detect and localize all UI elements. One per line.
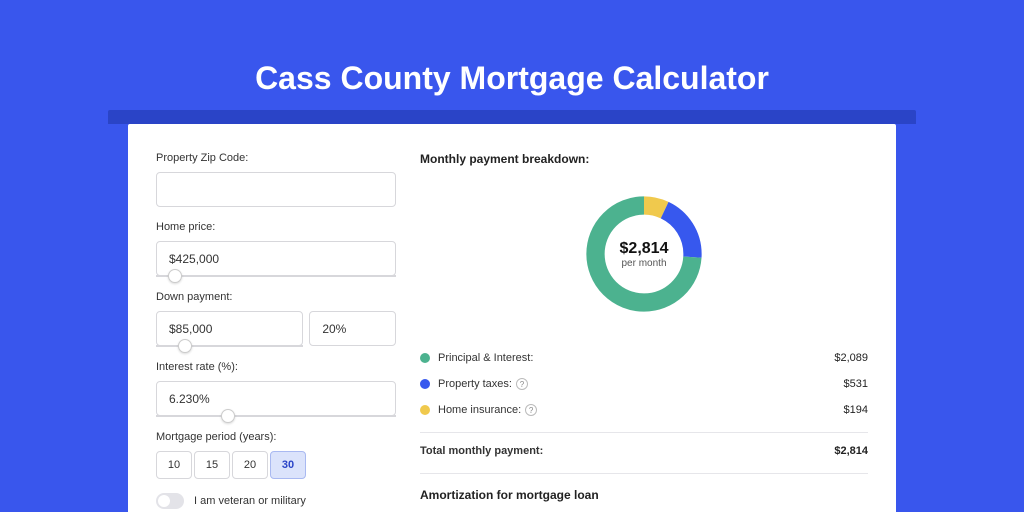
down-payment-label: Down payment:: [156, 291, 396, 303]
info-icon[interactable]: ?: [516, 378, 528, 390]
breakdown-panel: Monthly payment breakdown: $2,814 per mo…: [420, 152, 868, 512]
period-group: Mortgage period (years): 10152030: [156, 431, 396, 479]
breakdown-value: $2,089: [834, 352, 868, 364]
down-payment-pct-input[interactable]: [309, 311, 396, 346]
amortization-section: Amortization for mortgage loan Amortizat…: [420, 473, 868, 512]
breakdown-rows: Principal & Interest: $2,089 Property taxe…: [420, 352, 868, 416]
breakdown-value: $194: [844, 404, 868, 416]
home-price-label: Home price:: [156, 221, 396, 233]
rate-label: Interest rate (%):: [156, 361, 396, 373]
legend-dot: [420, 353, 430, 363]
zip-input[interactable]: [156, 172, 396, 207]
rate-group: Interest rate (%):: [156, 361, 396, 417]
donut-sub: per month: [621, 258, 666, 269]
veteran-toggle[interactable]: [156, 493, 184, 509]
breakdown-label: Principal & Interest:: [438, 352, 826, 364]
breakdown-row: Home insurance:? $194: [420, 404, 868, 416]
breakdown-value: $531: [844, 378, 868, 390]
breakdown-label: Home insurance:?: [438, 404, 836, 416]
down-payment-input[interactable]: [156, 311, 303, 346]
legend-dot: [420, 405, 430, 415]
veteran-row: I am veteran or military: [156, 493, 396, 509]
home-price-slider[interactable]: [156, 275, 396, 277]
period-options: 10152030: [156, 451, 396, 479]
payment-donut-chart: $2,814 per month: [580, 190, 708, 318]
donut-center: $2,814 per month: [580, 190, 708, 318]
calculator-card: Property Zip Code: Home price: Down paym…: [128, 124, 896, 512]
breakdown-row: Principal & Interest: $2,089: [420, 352, 868, 364]
home-price-input[interactable]: [156, 241, 396, 276]
info-icon[interactable]: ?: [525, 404, 537, 416]
rate-slider[interactable]: [156, 415, 396, 417]
veteran-label: I am veteran or military: [194, 495, 306, 507]
top-bar: [108, 110, 916, 124]
donut-value: $2,814: [620, 240, 669, 258]
legend-dot: [420, 379, 430, 389]
breakdown-title: Monthly payment breakdown:: [420, 152, 868, 166]
breakdown-row: Property taxes:? $531: [420, 378, 868, 390]
amortization-title: Amortization for mortgage loan: [420, 488, 868, 502]
rate-input[interactable]: [156, 381, 396, 416]
zip-group: Property Zip Code:: [156, 152, 396, 207]
period-option-30[interactable]: 30: [270, 451, 306, 479]
page-title: Cass County Mortgage Calculator: [0, 0, 1024, 97]
down-payment-group: Down payment:: [156, 291, 396, 347]
period-option-15[interactable]: 15: [194, 451, 230, 479]
rate-thumb[interactable]: [221, 409, 235, 423]
period-label: Mortgage period (years):: [156, 431, 396, 443]
period-option-20[interactable]: 20: [232, 451, 268, 479]
down-payment-slider[interactable]: [156, 345, 303, 347]
home-price-thumb[interactable]: [168, 269, 182, 283]
total-value: $2,814: [834, 445, 868, 457]
breakdown-label: Property taxes:?: [438, 378, 836, 390]
zip-label: Property Zip Code:: [156, 152, 396, 164]
home-price-group: Home price:: [156, 221, 396, 277]
total-label: Total monthly payment:: [420, 445, 834, 457]
donut-wrap: $2,814 per month: [420, 182, 868, 336]
period-option-10[interactable]: 10: [156, 451, 192, 479]
total-row: Total monthly payment: $2,814: [420, 432, 868, 457]
down-payment-thumb[interactable]: [178, 339, 192, 353]
form-panel: Property Zip Code: Home price: Down paym…: [156, 152, 396, 512]
